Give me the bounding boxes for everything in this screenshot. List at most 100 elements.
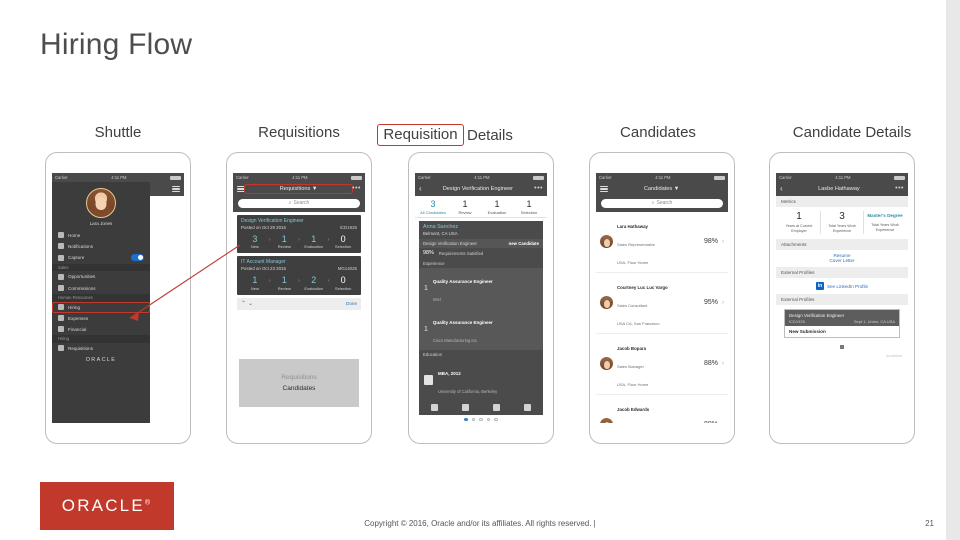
metrics-row: 1 Years at Current Employer 3 Total Year… <box>776 207 908 239</box>
requisition-posted: Posted on Oct 29 2015 <box>241 224 286 230</box>
tab-evaluation[interactable]: 1 Evaluation <box>481 199 513 215</box>
requisition-card[interactable]: IT Account Manager Posted on Oct 23 2015… <box>237 256 361 295</box>
candidate-details-screen: Carrier 4:11 PM ‹ Lasbe Hathaway ••• Met… <box>776 173 908 423</box>
nav-title-text: Design Verification Engineer <box>442 186 514 192</box>
metrics-header: Metrics <box>776 196 908 207</box>
sidebar-item-label: Opportunities <box>68 274 96 280</box>
stage-selection: 0 Selection <box>329 234 357 250</box>
candidate-name: Courtney Luc Luc Vargo <box>617 284 668 290</box>
overflow-menu-icon[interactable]: ••• <box>352 185 361 192</box>
metric-degree: Master's Degree Total Years Work Experie… <box>864 211 906 234</box>
submission-status: New Submission <box>789 329 826 334</box>
candidate-location: Belmont, CA USA <box>423 230 458 236</box>
details-navbar: ‹ Design Verification Engineer ••• <box>415 182 547 196</box>
hamburger-icon[interactable] <box>172 185 180 193</box>
attachment-cover-letter[interactable]: Cover Letter <box>776 258 908 263</box>
stage-label: Selection <box>334 285 352 291</box>
tab-count: 3 <box>430 199 436 209</box>
sort-chevrons-icon[interactable]: ⌃⌄ <box>241 300 255 307</box>
stage-selection: 0 Selection <box>329 275 357 291</box>
requisitions-navbar: Requisitions ▼ ••• <box>233 182 365 196</box>
overflow-menu-icon[interactable]: ••• <box>895 185 904 192</box>
tab-all-candidates[interactable]: 3 All Candidates <box>417 199 449 215</box>
sidebar-item-notifications[interactable]: Notifications <box>52 241 150 252</box>
submission-card[interactable]: Design Verification Engineer ICD1925 Sep… <box>784 309 900 338</box>
lock-icon[interactable] <box>431 404 438 411</box>
page-dot[interactable] <box>464 417 468 422</box>
metric-years-current-employer: 1 Years at Current Employer <box>778 211 821 234</box>
requisition-posted: Posted on Oct 23 2015 <box>241 266 286 271</box>
sidebar-item-expenses[interactable]: Expenses <box>52 313 150 324</box>
candidate-role-band: Design Verification Engineer new Candida… <box>419 238 543 248</box>
requisitions-dropdown-overlay[interactable]: Requisitions Candidates <box>239 359 359 407</box>
search-input[interactable]: ⌕ Search <box>238 198 360 208</box>
nav-title-dropdown[interactable]: Requisitions ▼ <box>243 184 354 194</box>
battery-icon <box>351 175 362 180</box>
share-icon[interactable] <box>462 404 469 411</box>
overflow-menu-icon[interactable]: ••• <box>534 185 543 192</box>
sidebar-item-home[interactable]: Home <box>52 230 150 241</box>
page-dot[interactable] <box>486 417 491 422</box>
requisition-card[interactable]: Design Verification Engineer Posted on O… <box>237 214 361 253</box>
attachments-header: Attachments <box>776 239 908 250</box>
candidate-location: USA, Floor Home <box>617 381 649 387</box>
candidate-header: Anna Sanchez Belmont, CA USA <box>419 221 543 239</box>
page-dot[interactable] <box>479 417 483 422</box>
sidebar-item-commissions[interactable]: Commissions <box>52 283 150 294</box>
search-placeholder: Search <box>293 200 310 206</box>
candidate-card[interactable]: Anna Sanchez Belmont, CA USA Design Veri… <box>419 221 543 415</box>
stage-label: Review <box>277 244 291 249</box>
shuttle-screen: Carrier 4:11 PM Lara Jones Home Notifica… <box>52 173 184 423</box>
stage-evaluation: 2 Evaluation <box>300 275 328 291</box>
shuttle-menu: Lara Jones Home Notifications Capture Sa… <box>52 182 150 423</box>
metric-value: 1 <box>796 211 802 222</box>
stage-count: 1 <box>281 275 287 285</box>
linkedin-profile-link[interactable]: in See LinkedIn Profile <box>776 278 908 294</box>
chevron-right-icon: › <box>722 238 724 245</box>
sidebar-item-opportunities[interactable]: Opportunities <box>52 271 150 282</box>
experience-title: Quality Assurance Engineer <box>432 320 493 325</box>
stage-new: 1 New <box>241 275 269 291</box>
sidebar-item-hiring[interactable]: Hiring <box>52 301 150 313</box>
sidebar-item-financial[interactable]: Financial <box>52 324 150 335</box>
sidebar-item-requisitions[interactable]: Requisitions <box>52 343 150 354</box>
stage-label: New <box>250 285 259 291</box>
dropdown-option-candidates[interactable]: Candidates <box>283 385 316 392</box>
sidebar-item-capture[interactable]: Capture <box>52 252 150 264</box>
slide-right-band <box>946 0 960 540</box>
book-icon <box>424 374 433 385</box>
done-button[interactable]: Done <box>346 301 357 306</box>
shuttle-topbar <box>150 182 184 196</box>
sidebar-item-label: Expenses <box>68 315 89 321</box>
hamburger-icon[interactable] <box>237 185 245 193</box>
search-bar: ⌕ Search <box>596 196 728 212</box>
dropdown-option-requisitions[interactable]: Requisitions <box>281 374 316 381</box>
edit-icon[interactable] <box>493 404 500 411</box>
list-item[interactable]: Jacob Bopara Sales Manager USA, Floor Ho… <box>596 333 728 395</box>
list-item[interactable]: Jacob Edwards IT Account Manager USA, Fl… <box>596 394 728 423</box>
slide-root: Hiring Flow Shuttle Requisitions Requisi… <box>0 0 960 540</box>
capture-toggle[interactable] <box>131 254 144 261</box>
page-dot[interactable] <box>471 417 476 422</box>
submission-title: Design Verification Engineer <box>789 312 845 318</box>
hamburger-icon[interactable] <box>600 185 608 193</box>
stage-evaluation: 1 Evaluation <box>300 234 328 250</box>
list-footer: ⌃⌄ Done <box>237 297 361 310</box>
nav-title-dropdown[interactable]: Candidates ▼ <box>608 186 715 192</box>
clipboard-icon <box>58 345 64 352</box>
education-degree: MBA, 2012 <box>438 370 461 376</box>
search-input[interactable]: ⌕ Search <box>601 198 723 208</box>
stage-count: 3 <box>252 233 258 244</box>
list-item[interactable]: Courtney Luc Luc Vargo Sales Consultant … <box>596 272 728 334</box>
tab-selection[interactable]: 1 Selection <box>513 199 545 215</box>
tab-review[interactable]: 1 Review <box>449 199 481 215</box>
page-dot[interactable] <box>494 417 498 422</box>
list-item[interactable]: Lara Hathaway Sales Representative USA, … <box>596 211 728 273</box>
book-icon[interactable] <box>524 404 531 411</box>
chevron-right-icon: › <box>722 299 724 306</box>
stage-label: Selection <box>334 244 352 249</box>
match-percent: 95% <box>703 299 718 306</box>
stage-count: 1 <box>281 233 287 244</box>
attachments-list: Resume Cover Letter <box>776 250 908 267</box>
tab-count: 1 <box>462 199 468 209</box>
